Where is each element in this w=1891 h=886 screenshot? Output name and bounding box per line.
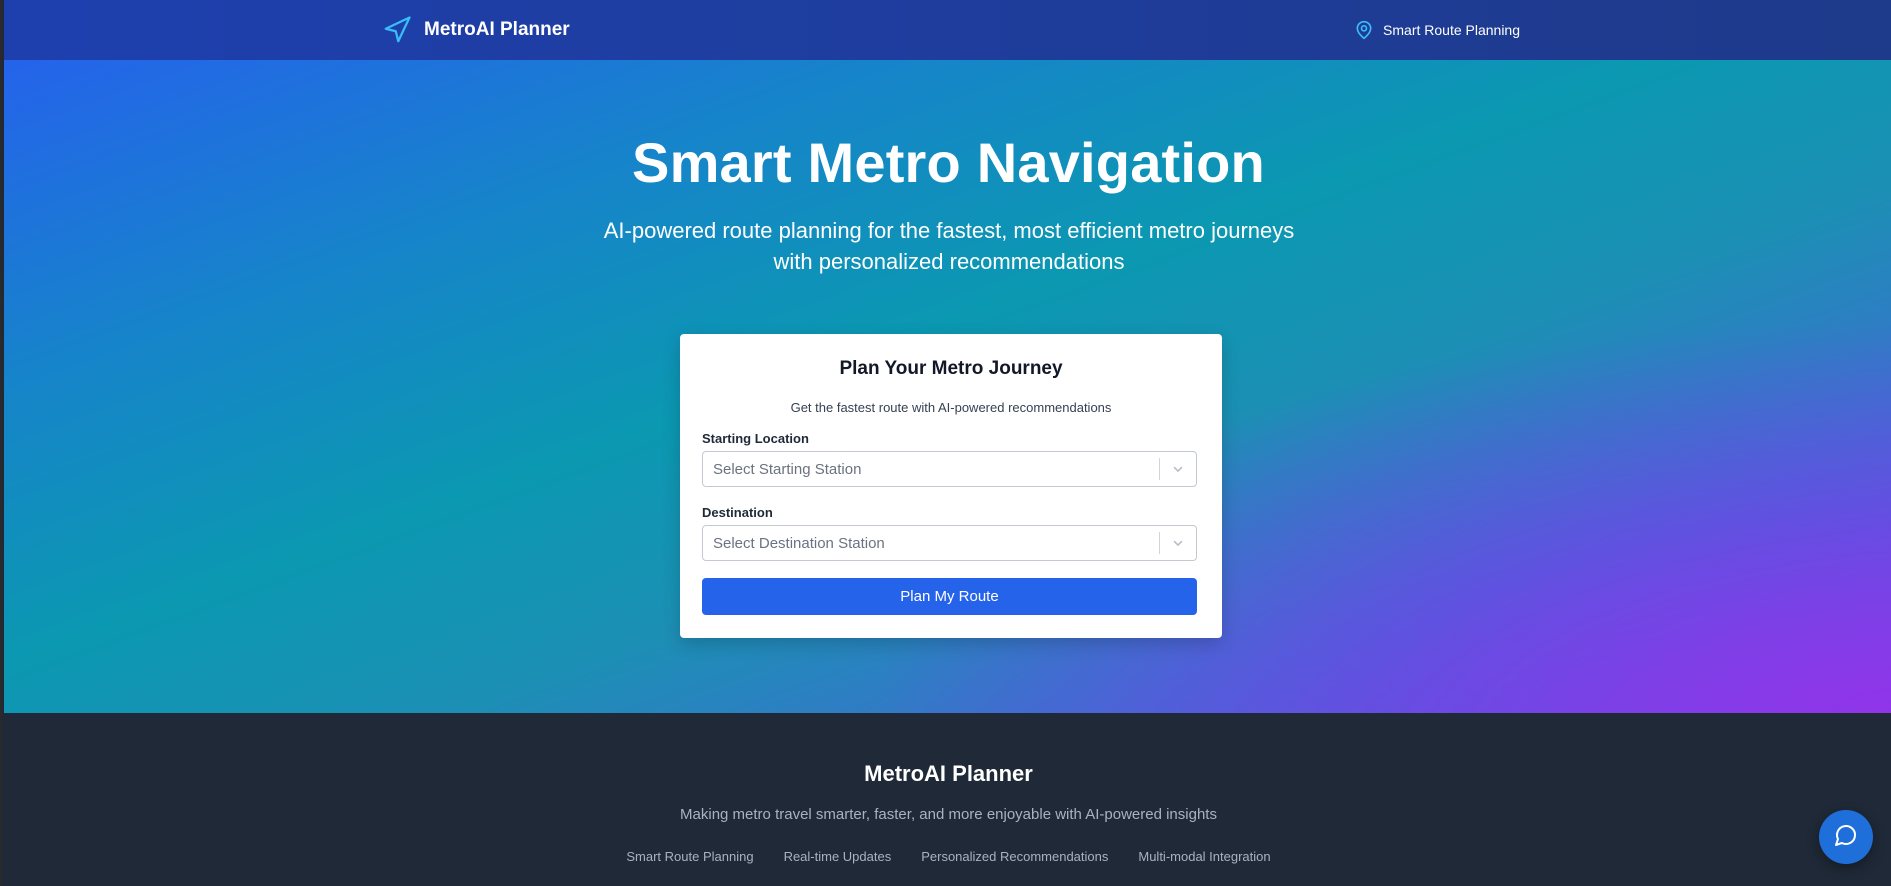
hero-subtitle-line-2: with personalized recommendations (773, 249, 1125, 274)
hero-section: Smart Metro Navigation AI-powered route … (4, 60, 1891, 713)
app-frame: MetroAI Planner Smart Route Planning Sma… (0, 0, 1891, 886)
chat-bubble-icon (1834, 823, 1858, 852)
navigation-arrow-icon (382, 15, 412, 45)
destination-label: Destination (702, 505, 773, 520)
footer-title: MetroAI Planner (864, 761, 1033, 786)
hero-subtitle-line-1: AI-powered route planning for the fastes… (603, 218, 1295, 243)
card-title: Plan Your Metro Journey (839, 358, 1063, 379)
footer-link-multi-modal-integration[interactable]: Multi-modal Integration (1138, 849, 1270, 864)
starting-station-placeholder: Select Starting Station (713, 460, 862, 478)
top-nav-bar: MetroAI Planner Smart Route Planning (4, 0, 1891, 60)
plan-my-route-button[interactable]: Plan My Route (702, 578, 1197, 615)
chevron-down-icon[interactable] (1160, 525, 1196, 561)
journey-planner-card: Plan Your Metro Journey Get the fastest … (680, 334, 1222, 638)
footer: MetroAI Planner Making metro travel smar… (4, 713, 1891, 886)
starting-station-select[interactable]: Select Starting Station (702, 451, 1197, 487)
smart-route-planning-link[interactable]: Smart Route Planning (1354, 18, 1520, 42)
hero-title: Smart Metro Navigation (632, 131, 1265, 194)
footer-links: Smart Route Planning Real-time Updates P… (4, 849, 1891, 864)
chat-button[interactable] (1819, 810, 1873, 864)
card-subtitle: Get the fastest route with AI-powered re… (790, 400, 1112, 415)
footer-tagline: Making metro travel smarter, faster, and… (680, 806, 1217, 823)
chevron-down-icon[interactable] (1160, 451, 1196, 487)
destination-station-placeholder: Select Destination Station (713, 534, 885, 552)
brand[interactable]: MetroAI Planner (382, 14, 570, 46)
header-link-label: Smart Route Planning (1383, 22, 1520, 38)
map-pin-icon (1354, 20, 1374, 40)
footer-link-personalized-recommendations[interactable]: Personalized Recommendations (921, 849, 1108, 864)
destination-station-select[interactable]: Select Destination Station (702, 525, 1197, 561)
brand-title: MetroAI Planner (424, 19, 570, 40)
footer-link-smart-route-planning[interactable]: Smart Route Planning (626, 849, 753, 864)
hero-subtitle: AI-powered route planning for the fastes… (549, 215, 1349, 277)
footer-link-real-time-updates[interactable]: Real-time Updates (784, 849, 892, 864)
starting-location-label: Starting Location (702, 431, 809, 446)
